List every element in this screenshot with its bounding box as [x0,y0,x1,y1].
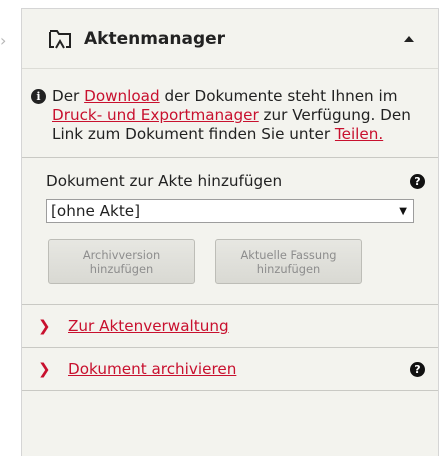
share-link[interactable]: Teilen. [335,125,383,143]
file-management-link[interactable]: Zur Aktenverwaltung [68,317,427,335]
chevron-right-icon: ❯ [38,317,51,335]
button-label: Aktuelle Fassung [240,247,337,262]
divider [22,157,438,158]
help-icon[interactable]: ? [410,361,425,377]
file-select[interactable]: [ohne Akte] ▼ [46,199,414,223]
help-icon[interactable]: ? [410,173,425,189]
add-current-version-button[interactable]: Aktuelle Fassung hinzufügen [215,239,362,284]
info-text-part: der Dokumente steht Ihnen im [159,87,398,105]
button-label: Archivversion [82,247,161,262]
aktenmanager-panel: Aktenmanager i Der Download der Dokument… [21,8,439,456]
dropdown-arrow-icon: ▼ [399,205,407,217]
add-archive-version-button[interactable]: Archivversion hinzufügen [48,239,195,284]
info-text-part: Der [52,87,85,105]
panel-pointer-icon: › [0,31,7,50]
panel-header[interactable]: Aktenmanager [22,9,438,69]
nav-item-archive-document[interactable]: ❯ Dokument archivieren ? [22,348,438,390]
info-text: Der Download der Dokumente steht Ihnen i… [52,87,418,144]
collapse-arrow-icon[interactable] [404,35,414,42]
button-label: hinzufügen [89,261,154,276]
button-label: hinzufügen [256,261,321,276]
archive-document-link[interactable]: Dokument archivieren [68,360,410,378]
button-row: Archivversion hinzufügen Aktuelle Fassung… [46,239,427,284]
add-to-file-section: Dokument zur Akte hinzufügen ? [ohne Akt… [22,172,438,284]
info-icon: i [31,89,46,104]
info-message: i Der Download der Dokumente steht Ihnen… [22,69,438,144]
divider [22,390,438,391]
folder-icon [49,29,71,48]
chevron-right-icon: ❯ [38,360,51,378]
add-to-file-row: Dokument zur Akte hinzufügen ? [46,172,427,190]
export-manager-link[interactable]: Druck- und Exportmanager [52,106,259,124]
add-to-file-label: Dokument zur Akte hinzufügen [46,172,283,190]
file-select-value: [ohne Akte] [51,202,141,220]
download-link[interactable]: Download [84,87,160,105]
nav-item-file-management[interactable]: ❯ Zur Aktenverwaltung [22,305,438,347]
panel-title: Aktenmanager [84,28,226,49]
